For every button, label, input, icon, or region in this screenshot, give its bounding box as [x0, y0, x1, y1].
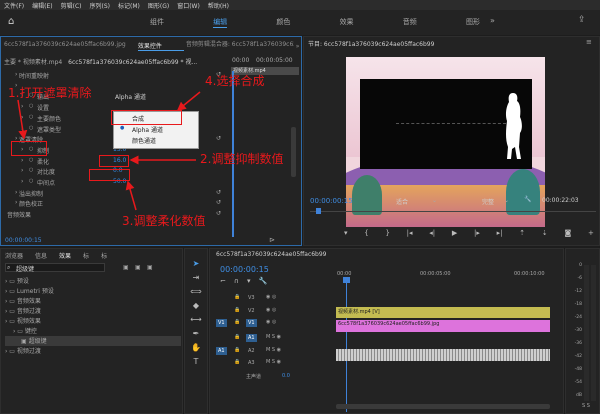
annotation-step3: 3.调整柔化数值	[122, 214, 206, 228]
annotation-arrows	[17, 91, 201, 211]
annotation-step1: 1.打开遮罩清除	[8, 86, 92, 100]
arrow-step3	[125, 180, 137, 211]
annotation-step2: 2.调整抑制数值	[200, 152, 284, 166]
premiere-window: 文件(F) 编辑(E) 剪辑(C) 序列(S) 标记(M) 图形(G) 窗口(W) 帮助(H)…	[0, 0, 600, 414]
arrow-step1	[17, 99, 28, 140]
annotation-step4: 4.选择合成	[205, 74, 265, 88]
arrow-step4	[176, 91, 201, 111]
